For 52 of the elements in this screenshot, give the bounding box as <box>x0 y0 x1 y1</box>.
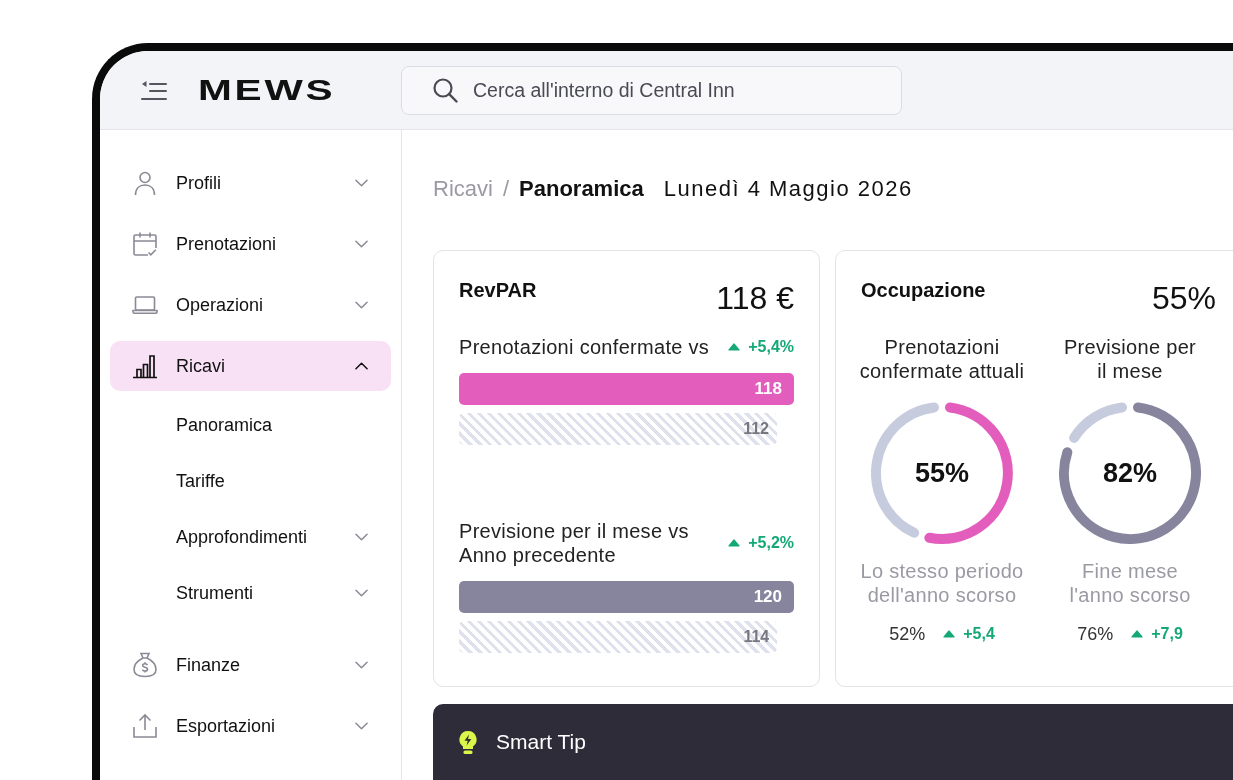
smart-tip-title: Smart Tip <box>496 730 586 754</box>
sidebar-item[interactable]: Prenotazioni <box>110 219 391 269</box>
up-triangle-icon <box>728 539 741 547</box>
search-field[interactable]: Cerca all'interno di Central Inn <box>401 66 902 115</box>
comparison-label: Fine mese l'anno scorso <box>1068 559 1192 607</box>
breadcrumb-separator: / <box>502 175 510 203</box>
date-label: Lunedì 4 Maggio 2026 <box>663 175 913 203</box>
card-title: RevPAR <box>459 278 537 303</box>
delta-value: +5,4 <box>963 625 995 643</box>
sidebar-subitem[interactable]: Panoramica <box>110 402 391 448</box>
money-bag-icon <box>132 652 158 678</box>
comparison-value: 52% <box>889 623 926 645</box>
sidebar-subitem[interactable]: Tariffe <box>110 458 391 504</box>
sidebar-item[interactable]: Ricavi <box>110 341 391 391</box>
sidebar-item[interactable]: Profili <box>110 158 391 208</box>
card-value: 118 € <box>716 279 794 318</box>
up-triangle-icon <box>943 630 956 638</box>
comparison-label: Lo stesso periodo dell'anno scorso <box>859 559 1025 607</box>
person-icon <box>132 170 158 196</box>
comparison-value: 76% <box>1077 623 1114 645</box>
delta-value: +7,9 <box>1151 625 1183 643</box>
gauge-label: Previsione per il mese <box>1062 335 1197 383</box>
search-icon <box>432 77 458 103</box>
sidebar-item[interactable]: Operazioni <box>110 280 391 330</box>
donut-value: 55% <box>915 457 969 489</box>
comparison-label: Previsione per il mese vs Anno precedente <box>459 519 690 567</box>
donut-track <box>1069 402 1127 443</box>
bar-value: 114 <box>743 628 770 646</box>
comparison-label: Prenotazioni confermate vs <box>459 335 711 359</box>
delta-value: +5,4% <box>748 338 794 356</box>
menu-icon <box>141 79 167 101</box>
up-triangle-icon <box>1131 630 1144 638</box>
sidebar-subitem[interactable]: Strumenti <box>110 570 391 616</box>
upload-icon <box>132 713 158 739</box>
bar-value: 112 <box>743 420 769 438</box>
lightbulb-icon <box>458 729 478 755</box>
delta-value: +5,2% <box>748 534 794 552</box>
breadcrumb-current[interactable]: Panoramica <box>519 174 644 204</box>
sidebar-subitem[interactable]: Approfondimenti <box>110 514 391 560</box>
bar-value: 120 <box>753 587 782 607</box>
sidebar-item[interactable]: Finanze <box>110 640 391 690</box>
logo: MEWS <box>198 75 336 105</box>
gauge-label: Prenotazioni confermate attuali <box>858 335 1026 383</box>
bar-value: 118 <box>754 379 782 399</box>
donut-value: 82% <box>1103 457 1157 489</box>
card-value: 55% <box>1151 279 1216 318</box>
up-triangle-icon <box>728 343 741 351</box>
sidebar-toggle-button[interactable] <box>141 79 167 101</box>
calendar-check-icon <box>132 231 158 257</box>
bar-chart-icon <box>132 353 158 379</box>
card-title: Occupazione <box>861 278 986 303</box>
sidebar-item[interactable]: Esportazioni <box>110 701 391 751</box>
